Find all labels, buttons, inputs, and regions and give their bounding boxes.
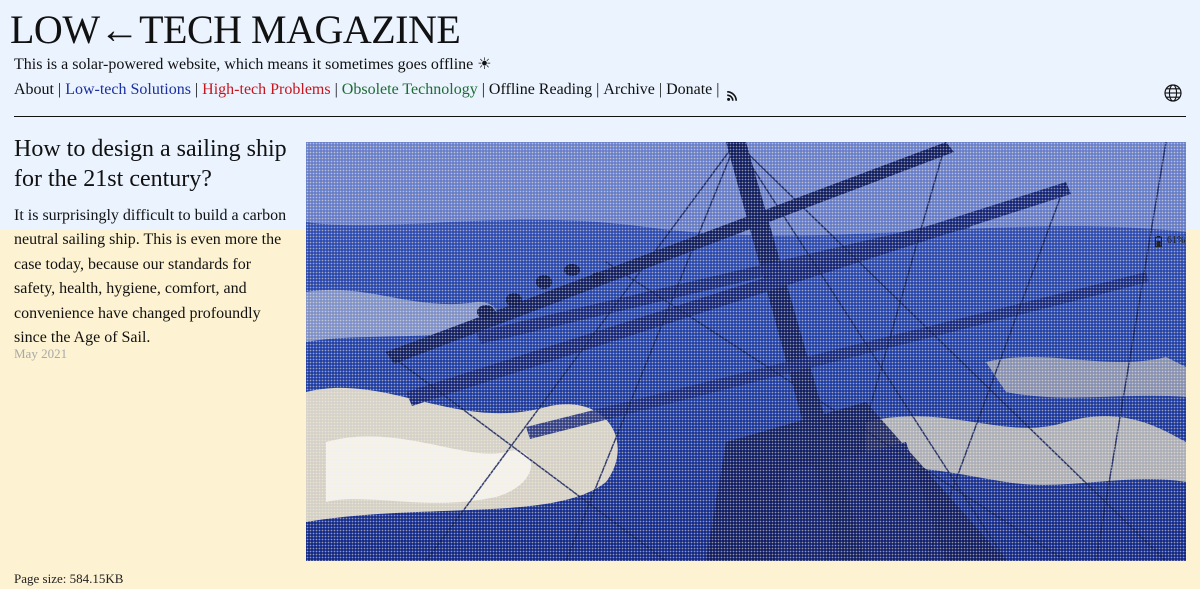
- nav-high-tech-problems[interactable]: High-tech Problems: [202, 79, 330, 101]
- article-title[interactable]: How to design a sailing ship for the 21s…: [14, 134, 294, 194]
- nav-separator: |: [658, 81, 663, 98]
- nav-donate[interactable]: Donate: [666, 79, 712, 101]
- article-date: May 2021: [14, 346, 68, 361]
- article-hero-image[interactable]: [306, 142, 1186, 561]
- rss-icon[interactable]: [727, 86, 738, 101]
- battery-level: 61%: [1167, 235, 1186, 246]
- main-nav: About | Low-tech Solutions | High-tech P…: [14, 79, 738, 101]
- nav-separator: |: [596, 81, 600, 98]
- sailing-ship-illustration: [306, 142, 1186, 561]
- site-title[interactable]: LOW←TECH MAGAZINE: [10, 6, 461, 54]
- header-divider: [14, 116, 1186, 117]
- nav-separator: |: [334, 81, 338, 98]
- nav-separator: |: [716, 81, 720, 98]
- article-summary: It is surprisingly difficult to build a …: [14, 207, 287, 347]
- nav-offline-reading[interactable]: Offline Reading: [489, 79, 592, 101]
- battery-icon: [1155, 235, 1162, 247]
- battery-indicator: 61%: [1155, 234, 1185, 248]
- nav-separator: |: [481, 81, 485, 98]
- nav-about[interactable]: About: [14, 79, 54, 101]
- nav-separator: |: [58, 81, 62, 98]
- globe-icon[interactable]: [1163, 83, 1183, 103]
- nav-low-tech-solutions[interactable]: Low-tech Solutions: [65, 79, 191, 101]
- nav-separator: |: [194, 81, 199, 98]
- nav-archive[interactable]: Archive: [603, 79, 655, 101]
- nav-obsolete-technology[interactable]: Obsolete Technology: [342, 79, 478, 101]
- page-size: Page size: 584.15KB: [14, 571, 124, 586]
- site-tagline: This is a solar-powered website, which m…: [14, 56, 492, 73]
